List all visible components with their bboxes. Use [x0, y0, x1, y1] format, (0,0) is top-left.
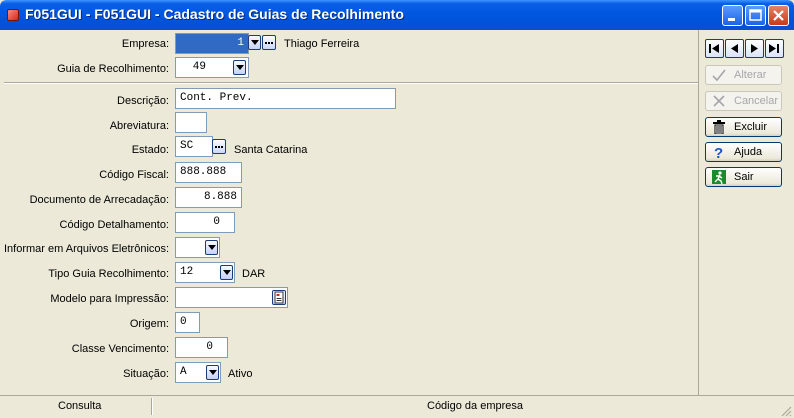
- window-title: F051GUI - F051GUI - Cadastro de Guias de…: [25, 6, 404, 22]
- ellipsis-icon: [215, 146, 217, 148]
- close-icon: [773, 10, 784, 21]
- previous-record-icon: [731, 44, 738, 53]
- guia-dropdown-button[interactable]: [233, 60, 246, 75]
- empresa-label: Empresa:: [121, 38, 169, 50]
- checkmark-icon: [712, 69, 726, 82]
- form-separator: [4, 82, 698, 84]
- codigo-detalhamento-label: Código Detalhamento:: [59, 219, 169, 231]
- cancel-x-icon: [713, 95, 725, 107]
- alterar-label: Alterar: [734, 69, 767, 81]
- cancelar-label: Cancelar: [734, 95, 779, 107]
- codigo-fiscal-label: Código Fiscal:: [99, 169, 169, 181]
- status-divider: [151, 398, 153, 415]
- exit-running-man-icon: [712, 170, 726, 184]
- resize-grip-icon[interactable]: [780, 405, 792, 417]
- abreviatura-label: Abreviatura:: [109, 120, 169, 132]
- documento-arrecadacao-input[interactable]: 8.888: [175, 187, 242, 208]
- classe-vencimento-label: Classe Vencimento:: [71, 343, 169, 355]
- ellipsis-icon: [265, 42, 267, 44]
- maximize-icon: [749, 9, 762, 21]
- tipo-guia-description: DAR: [242, 268, 266, 280]
- dropdown-arrow-icon: [209, 370, 217, 375]
- situacao-label: Situação:: [123, 368, 169, 380]
- dropdown-arrow-icon: [223, 270, 231, 275]
- previous-record-button[interactable]: [725, 39, 744, 58]
- dropdown-arrow-icon: [236, 65, 244, 70]
- ajuda-label: Ajuda: [734, 146, 763, 158]
- tipo-guia-dropdown-button[interactable]: [220, 265, 233, 280]
- alterar-button[interactable]: Alterar: [705, 65, 782, 85]
- dropdown-arrow-icon: [208, 245, 216, 250]
- first-record-button[interactable]: [705, 39, 724, 58]
- estado-lookup-button[interactable]: [212, 139, 226, 154]
- situacao-dropdown-button[interactable]: [206, 365, 219, 380]
- next-record-button[interactable]: [745, 39, 764, 58]
- maximize-button[interactable]: [745, 5, 766, 26]
- report-model-icon: [274, 291, 284, 304]
- estado-input[interactable]: SC: [175, 136, 213, 157]
- status-hint: Código da empresa: [427, 400, 524, 412]
- next-record-icon: [751, 44, 758, 53]
- situacao-description: Ativo: [228, 368, 253, 380]
- tipo-guia-label: Tipo Guia Recolhimento:: [48, 268, 169, 280]
- form-area: Empresa: 1 Thiago Ferreira Guia de Recol…: [4, 30, 698, 395]
- trash-icon: [713, 120, 725, 134]
- abreviatura-input[interactable]: [175, 112, 207, 133]
- minimize-button[interactable]: [722, 5, 743, 26]
- action-panel: Alterar Cancelar Excluir ? Ajuda Sair: [698, 30, 794, 395]
- informar-arquivos-label: Informar em Arquivos Eletrônicos:: [4, 243, 170, 255]
- guia-label: Guia de Recolhimento:: [57, 63, 169, 75]
- informar-arquivos-dropdown-button[interactable]: [205, 240, 218, 255]
- empresa-input[interactable]: 1: [175, 33, 249, 54]
- excluir-button[interactable]: Excluir: [705, 117, 782, 137]
- status-bar: Consulta Código da empresa: [0, 395, 794, 418]
- empresa-dropdown-button[interactable]: [248, 35, 261, 50]
- last-record-icon: [769, 44, 779, 53]
- dropdown-arrow-icon: [251, 40, 259, 45]
- title-bar[interactable]: F051GUI - F051GUI - Cadastro de Guias de…: [0, 0, 794, 30]
- status-mode: Consulta: [58, 400, 102, 412]
- origem-input[interactable]: 0: [175, 312, 200, 333]
- minimize-icon: [728, 18, 735, 21]
- classe-vencimento-input[interactable]: 0: [175, 337, 228, 358]
- ajuda-button[interactable]: ? Ajuda: [705, 142, 782, 162]
- close-button[interactable]: [768, 5, 789, 26]
- empresa-description: Thiago Ferreira: [284, 38, 360, 50]
- estado-label: Estado:: [131, 144, 169, 156]
- descricao-input[interactable]: Cont. Prev.: [175, 88, 396, 109]
- svg-text:?: ?: [714, 145, 723, 159]
- estado-description: Santa Catarina: [234, 144, 308, 156]
- sair-button[interactable]: Sair: [705, 167, 782, 187]
- codigo-fiscal-input[interactable]: 888.888: [175, 162, 242, 183]
- app-icon[interactable]: [7, 9, 19, 21]
- help-question-icon: ?: [714, 145, 723, 159]
- documento-arrecadacao-label: Documento de Arrecadação:: [29, 194, 169, 206]
- sair-label: Sair: [734, 171, 754, 183]
- excluir-label: Excluir: [734, 121, 768, 133]
- origem-label: Origem:: [129, 318, 169, 330]
- last-record-button[interactable]: [765, 39, 784, 58]
- cancelar-button[interactable]: Cancelar: [705, 91, 782, 111]
- empresa-lookup-button[interactable]: [262, 35, 276, 50]
- modelo-impressao-label: Modelo para Impressão:: [50, 293, 169, 305]
- first-record-icon: [709, 44, 719, 53]
- modelo-impressao-lookup-button[interactable]: [272, 290, 286, 305]
- main-window: F051GUI - F051GUI - Cadastro de Guias de…: [0, 0, 794, 418]
- codigo-detalhamento-input[interactable]: 0: [175, 212, 235, 233]
- descricao-label: Descrição:: [117, 95, 169, 107]
